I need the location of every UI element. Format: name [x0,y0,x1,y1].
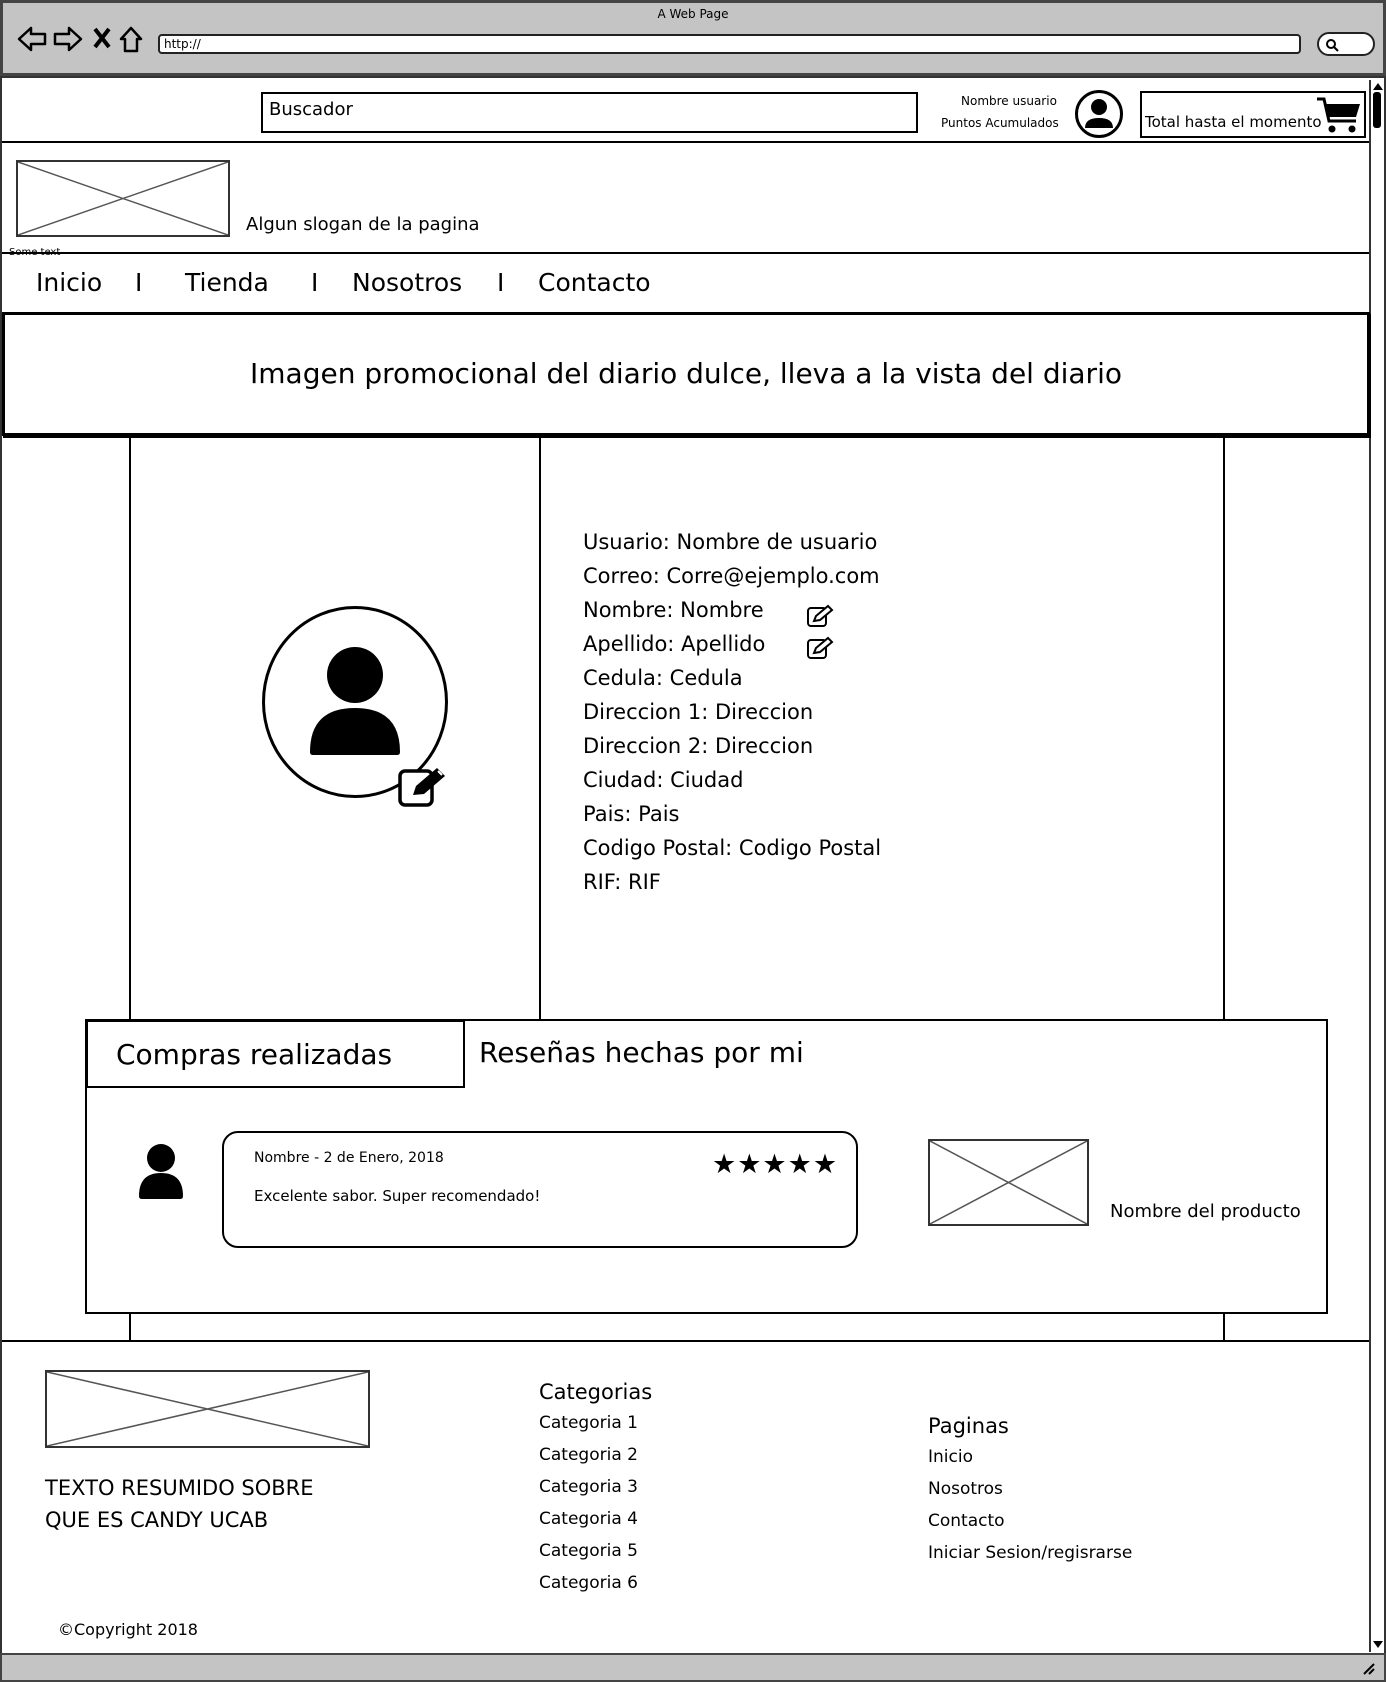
tab-compras-realizadas[interactable]: Compras realizadas [86,1020,465,1088]
user-avatar-icon[interactable] [1074,89,1124,143]
footer-logo-placeholder-image [45,1370,370,1448]
slogan: Algun slogan de la pagina [246,214,480,235]
browser-search-box[interactable] [1317,32,1375,56]
reviewer-avatar-icon [137,1143,185,1205]
search-input[interactable]: Buscador [261,92,918,133]
back-arrow-icon[interactable] [17,25,47,57]
footer-about-line-1: TEXTO RESUMIDO SOBRE [45,1476,314,1500]
review-body: Excelente sabor. Super recomendado! [254,1187,541,1205]
menu-separator: I [135,268,143,297]
shopping-cart-icon [1316,95,1362,139]
footer-category-1[interactable]: Categoria 1 [539,1413,638,1433]
field-direccion-2: Direccion 2: Direccion [583,734,814,758]
scroll-down-icon[interactable] [1372,1640,1384,1650]
tab-resenas-hechas[interactable]: Reseñas hechas por mi [479,1036,804,1069]
edit-apellido-icon[interactable] [806,636,834,664]
footer-about-line-2: QUE ES CANDY UCAB [45,1508,269,1532]
field-nombre: Nombre: Nombre [583,598,764,622]
stop-x-icon[interactable] [93,27,111,53]
status-bar [0,1653,1386,1682]
forward-arrow-icon[interactable] [53,25,83,57]
footer-category-6[interactable]: Categoria 6 [539,1573,638,1593]
pages-title: Paginas [928,1414,1009,1438]
resize-grip-icon[interactable] [1360,1661,1376,1675]
menu-item-tienda[interactable]: Tienda [185,268,269,297]
footer-page-contacto[interactable]: Contacto [928,1511,1005,1531]
menu-item-contacto[interactable]: Contacto [538,268,651,297]
header-divider [2,141,1369,143]
footer-category-3[interactable]: Categoria 3 [539,1477,638,1497]
profile-column-divider [539,437,541,1019]
points-label: Puntos Acumulados [941,116,1059,130]
menu-item-nosotros[interactable]: Nosotros [352,268,462,297]
search-icon [1326,39,1339,52]
categories-title: Categorias [539,1380,653,1404]
home-icon[interactable] [118,25,144,57]
product-placeholder-image[interactable] [928,1139,1089,1226]
menu-item-inicio[interactable]: Inicio [36,268,102,297]
field-rif: RIF: RIF [583,870,661,894]
menu-separator: I [311,268,319,297]
product-name[interactable]: Nombre del producto [1110,1201,1301,1222]
tab-compras-label: Compras realizadas [116,1038,393,1071]
window-title: A Web Page [657,7,729,21]
field-apellido: Apellido: Apellido [583,632,766,656]
field-usuario: Usuario: Nombre de usuario [583,530,878,554]
field-correo: Correo: Corre@ejemplo.com [583,564,880,588]
field-pais: Pais: Pais [583,802,680,826]
cart-button[interactable]: Total hasta el momento [1140,91,1366,138]
field-ciudad: Ciudad: Ciudad [583,768,744,792]
promo-text: Imagen promocional del diario dulce, lle… [250,357,1122,390]
url-bar[interactable]: http:// [158,34,1301,54]
scroll-up-icon[interactable] [1372,81,1384,91]
footer-page-nosotros[interactable]: Nosotros [928,1479,1003,1499]
footer-category-5[interactable]: Categoria 5 [539,1541,638,1561]
user-name-label: Nombre usuario [961,94,1057,108]
footer-page-inicio[interactable]: Inicio [928,1447,973,1467]
footer-page-login[interactable]: Iniciar Sesion/regisrarse [928,1543,1132,1563]
field-codigo-postal: Codigo Postal: Codigo Postal [583,836,882,860]
footer-category-4[interactable]: Categoria 4 [539,1509,638,1529]
review-header: Nombre - 2 de Enero, 2018 [254,1150,444,1166]
vertical-scrollbar[interactable] [1369,80,1384,1652]
footer-divider [2,1340,1369,1342]
field-direccion-1: Direccion 1: Direccion [583,700,814,724]
edit-nombre-icon[interactable] [806,604,834,632]
copyright: ©Copyright 2018 [58,1620,198,1639]
menu-top-divider [2,252,1369,254]
menu-separator: I [497,268,505,297]
scrollbar-thumb[interactable] [1373,92,1381,128]
field-cedula: Cedula: Cedula [583,666,743,690]
browser-chrome: A Web Page http:// [0,0,1386,76]
review-stars: ★★★★★ [712,1149,839,1180]
logo-placeholder-image [16,160,230,237]
footer-category-2[interactable]: Categoria 2 [539,1445,638,1465]
edit-avatar-icon[interactable] [397,766,449,812]
cart-total-label: Total hasta el momento [1145,113,1322,131]
promo-banner[interactable]: Imagen promocional del diario dulce, lle… [2,312,1370,436]
review-card: Nombre - 2 de Enero, 2018 Excelente sabo… [222,1131,858,1248]
